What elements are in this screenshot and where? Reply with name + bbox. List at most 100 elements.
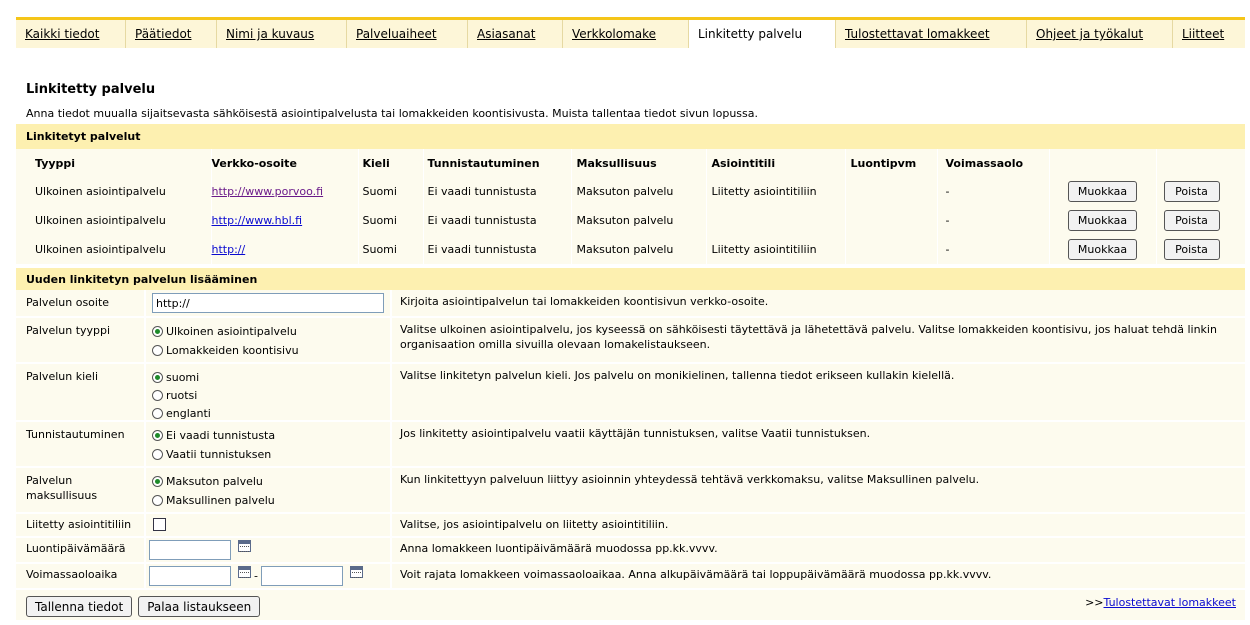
field-help: Kun linkitettyyn palveluun liittyy asioi… xyxy=(400,473,980,486)
radio-option[interactable]: Maksullinen palvelu xyxy=(152,491,275,510)
radio-button[interactable] xyxy=(152,389,163,401)
cell-validity: - xyxy=(937,206,1050,235)
tab-link[interactable]: Palveluaiheet xyxy=(356,27,437,41)
tab-verkkolomake[interactable]: Verkkolomake xyxy=(563,20,689,48)
tab-liitteet[interactable]: Liitteet xyxy=(1173,20,1245,48)
column-header: Asiointitili xyxy=(706,149,846,177)
radio-option[interactable]: suomi xyxy=(152,368,211,386)
tab-link[interactable]: Tulostettavat lomakkeet xyxy=(845,27,990,41)
cell-created xyxy=(845,206,938,235)
radio-option[interactable]: Ulkoinen asiointipalvelu xyxy=(152,322,299,341)
tab-link[interactable]: Ohjeet ja työkalut xyxy=(1036,27,1143,41)
tab-nimi-ja-kuvaus[interactable]: Nimi ja kuvaus xyxy=(217,20,347,48)
column-header: Tyyppi xyxy=(16,149,212,177)
radio-button[interactable] xyxy=(152,430,163,441)
cell-account: Liitetty asiointitiliin xyxy=(706,235,846,264)
edit-button[interactable]: Muokkaa xyxy=(1068,181,1137,202)
link-prefix: >> xyxy=(1085,596,1104,609)
tab-label: Linkitetty palvelu xyxy=(698,27,803,41)
edit-button[interactable]: Muokkaa xyxy=(1068,239,1137,260)
cell-auth: Ei vaadi tunnistusta xyxy=(423,206,572,235)
back-to-list-button[interactable]: Palaa listaukseen xyxy=(138,596,261,617)
field-help: Voit rajata lomakkeen voimassaoloaikaa. … xyxy=(400,568,992,581)
save-button[interactable]: Tallenna tiedot xyxy=(26,596,133,617)
cell-created xyxy=(845,235,938,264)
field-label: Liitetty asiointitiliin xyxy=(26,518,132,531)
delete-button[interactable]: Poista xyxy=(1163,239,1220,260)
tab-tulostettavat-lomakkeet[interactable]: Tulostettavat lomakkeet xyxy=(836,20,1027,48)
field-help: Jos linkitetty asiointipalvelu vaatii kä… xyxy=(400,427,871,440)
tab-paatiedot[interactable]: Päätiedot xyxy=(126,20,217,48)
date-range-separator: - xyxy=(254,569,258,583)
field-label: Palvelun maksullisuus xyxy=(26,474,98,502)
field-label: Palvelun kieli xyxy=(26,370,99,383)
page-title: Linkitetty palvelu xyxy=(26,82,156,97)
table-header-row: Tyyppi Verkko-osoite Kieli Tunnistautumi… xyxy=(16,149,1245,177)
validity-start-input[interactable] xyxy=(149,566,231,586)
tab-asiasanat[interactable]: Asiasanat xyxy=(468,20,563,48)
tab-linkitetty-palvelu[interactable]: Linkitetty palvelu xyxy=(689,20,836,48)
cell-validity: - xyxy=(937,177,1050,206)
field-label: Palvelun tyyppi xyxy=(26,324,111,337)
tab-palveluaiheet[interactable]: Palveluaiheet xyxy=(347,20,468,48)
radio-button[interactable] xyxy=(152,495,163,506)
printable-forms-link-container: >>Tulostettavat lomakkeet xyxy=(1085,596,1236,609)
radio-button[interactable] xyxy=(152,371,163,383)
form-row-address: Palvelun osoite Kirjoita asiointipalvelu… xyxy=(16,290,1245,316)
created-date-input[interactable] xyxy=(149,540,231,560)
radio-option[interactable]: Ei vaadi tunnistusta xyxy=(152,426,275,445)
column-header: Maksullisuus xyxy=(571,149,707,177)
radio-option[interactable]: ruotsi xyxy=(152,386,211,404)
validity-end-input[interactable] xyxy=(261,566,344,586)
tab-link[interactable]: Verkkolomake xyxy=(572,27,656,41)
column-header: Luontipvm xyxy=(845,149,938,177)
cell-fee: Maksuton palvelu xyxy=(571,206,707,235)
radio-option[interactable]: Vaatii tunnistuksen xyxy=(152,445,275,464)
column-header: Voimassaolo xyxy=(937,149,1050,177)
radio-button[interactable] xyxy=(152,476,163,487)
form-row-type: Palvelun tyyppi Ulkoinen asiointipalvelu… xyxy=(16,318,1245,362)
field-help: Anna lomakkeen luontipäivämäärä muodossa… xyxy=(400,542,718,555)
cell-url-link[interactable]: http:// xyxy=(212,243,246,256)
radio-button[interactable] xyxy=(152,326,163,337)
cell-language: Suomi xyxy=(358,177,424,206)
table-row: Ulkoinen asiointipalvelu http:// Suomi E… xyxy=(16,235,1245,264)
column-header: Verkko-osoite xyxy=(211,149,359,177)
radio-button[interactable] xyxy=(152,345,163,356)
service-address-input[interactable] xyxy=(152,293,384,313)
cell-auth: Ei vaadi tunnistusta xyxy=(423,177,572,206)
tab-link[interactable]: Nimi ja kuvaus xyxy=(226,27,314,41)
calendar-icon[interactable] xyxy=(349,566,363,578)
radio-option[interactable]: englanti xyxy=(152,404,211,422)
printable-forms-link[interactable]: Tulostettavat lomakkeet xyxy=(1104,596,1236,609)
cell-auth: Ei vaadi tunnistusta xyxy=(423,235,572,264)
tab-link[interactable]: Päätiedot xyxy=(135,27,192,41)
radio-button[interactable] xyxy=(152,449,163,460)
tab-ohjeet-ja-tyokalut[interactable]: Ohjeet ja työkalut xyxy=(1027,20,1173,48)
column-header-empty xyxy=(1049,149,1157,177)
form-row-account: Liitetty asiointitiliin Valitse, jos asi… xyxy=(16,514,1245,536)
tab-link[interactable]: Liitteet xyxy=(1182,27,1224,41)
delete-button[interactable]: Poista xyxy=(1163,181,1220,202)
column-header-empty xyxy=(1156,149,1245,177)
tab-link[interactable]: Asiasanat xyxy=(477,27,535,41)
field-help: Valitse linkitetyn palvelun kieli. Jos p… xyxy=(400,369,955,382)
delete-button[interactable]: Poista xyxy=(1163,210,1220,231)
cell-url-link[interactable]: http://www.porvoo.fi xyxy=(212,185,324,198)
field-help: Valitse, jos asiointipalvelu on liitetty… xyxy=(400,518,669,531)
radio-option[interactable]: Maksuton palvelu xyxy=(152,472,275,491)
edit-button[interactable]: Muokkaa xyxy=(1068,210,1137,231)
account-checkbox[interactable] xyxy=(153,518,166,531)
radio-button[interactable] xyxy=(152,407,163,419)
calendar-icon[interactable] xyxy=(237,540,251,552)
form-row-created: Luontipäivämäärä Anna lomakkeen luontipä… xyxy=(16,538,1245,562)
cell-created xyxy=(845,177,938,206)
calendar-icon[interactable] xyxy=(237,566,251,578)
tab-link[interactable]: Kaikki tiedot xyxy=(25,27,99,41)
cell-account xyxy=(706,206,846,235)
field-label: Voimassaoloaika xyxy=(26,568,118,581)
radio-option[interactable]: Lomakkeiden koontisivu xyxy=(152,341,299,360)
cell-url-link[interactable]: http://www.hbl.fi xyxy=(212,214,303,227)
column-header: Kieli xyxy=(358,149,424,177)
tab-kaikki-tiedot[interactable]: Kaikki tiedot xyxy=(16,20,126,48)
